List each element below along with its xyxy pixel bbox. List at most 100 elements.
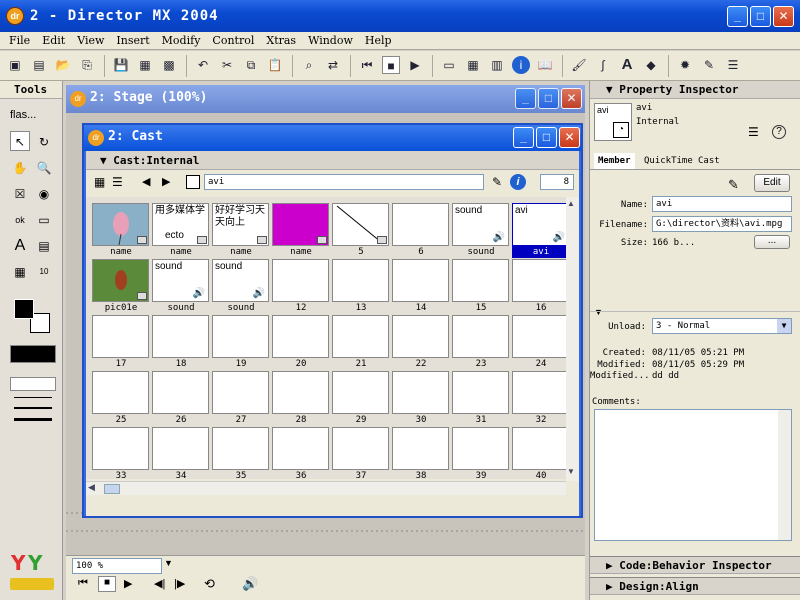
cast-member-cell[interactable]: 26: [152, 371, 210, 427]
collapse-icon[interactable]: ▼: [594, 307, 603, 317]
cast-member-thumbnail[interactable]: [332, 371, 389, 414]
stage-close-button[interactable]: ✕: [561, 88, 582, 109]
cast-member-cell[interactable]: 20: [272, 315, 330, 371]
cast-member-thumbnail[interactable]: [512, 259, 566, 302]
menu-window[interactable]: Window: [299, 32, 356, 47]
cast-member-cell[interactable]: 21: [332, 315, 390, 371]
copy-icon[interactable]: ⧉: [242, 56, 260, 74]
align-panel-header[interactable]: ▶ Design:Align: [590, 577, 800, 595]
cast-member-cell[interactable]: 18: [152, 315, 210, 371]
edit-script-icon[interactable]: ✎: [728, 177, 739, 193]
cast-member-cell[interactable]: 15: [452, 259, 510, 315]
cast-member-thumbnail[interactable]: [152, 371, 209, 414]
cast-member-thumbnail[interactable]: [392, 427, 449, 470]
library-icon[interactable]: 📖: [536, 56, 554, 74]
next-member-icon[interactable]: ▶: [162, 175, 170, 188]
number-tool-icon[interactable]: 10: [34, 261, 54, 281]
cast-member-thumbnail[interactable]: [272, 203, 329, 246]
step-forward-icon[interactable]: |▶: [174, 577, 185, 590]
import-icon[interactable]: ⎘: [78, 56, 96, 74]
cast-member-cell[interactable]: 23: [452, 315, 510, 371]
stage-window-titlebar[interactable]: dr 2: Stage (100%) _ □ ✕: [66, 85, 585, 113]
step-back-icon[interactable]: ◀|: [154, 577, 165, 590]
cast-member-thumbnail[interactable]: [452, 371, 509, 414]
cast-member-thumbnail[interactable]: [92, 427, 149, 470]
cast-header[interactable]: ▼ Cast:Internal: [86, 151, 579, 170]
cast-member-cell[interactable]: 6: [392, 203, 450, 259]
cast-member-thumbnail[interactable]: [512, 371, 566, 414]
cast-member-thumbnail[interactable]: [332, 259, 389, 302]
field-tool-icon[interactable]: ☒: [10, 183, 30, 203]
cast-member-cell[interactable]: 32: [512, 371, 566, 427]
menu-insert[interactable]: Insert: [107, 32, 152, 47]
cast-member-cell[interactable]: name: [92, 203, 150, 259]
cast-member-thumbnail[interactable]: [92, 203, 149, 246]
foreground-color-swatch[interactable]: [14, 299, 34, 319]
unload-select[interactable]: 3 - Normal ▼: [652, 318, 792, 334]
bottom-stop-icon[interactable]: ■: [98, 576, 116, 592]
volume-icon[interactable]: 🔊: [242, 576, 258, 592]
cast-member-cell[interactable]: sound 🔊 sound: [152, 259, 210, 315]
cast-member-cell[interactable]: 39: [452, 427, 510, 479]
scroll-down-icon[interactable]: ▼: [567, 467, 575, 476]
behavior-inspector-header[interactable]: ▶ Code:Behavior Inspector: [590, 556, 800, 574]
cast-member-thumbnail[interactable]: [392, 315, 449, 358]
line-1px[interactable]: [14, 397, 52, 398]
horizontal-scroll-thumb[interactable]: [104, 484, 120, 494]
stage-maximize-button[interactable]: □: [538, 88, 559, 109]
cast-member-cell[interactable]: 33: [92, 427, 150, 479]
cast-member-thumbnail[interactable]: [152, 315, 209, 358]
cast-member-thumbnail[interactable]: [392, 203, 449, 246]
property-inspector-header[interactable]: ▼ Property Inspector: [590, 81, 800, 99]
cast-member-cell[interactable]: 24: [512, 315, 566, 371]
cast-window-icon[interactable]: ▦: [464, 56, 482, 74]
drag-member-icon[interactable]: [186, 175, 200, 189]
cast-member-cell[interactable]: 12: [272, 259, 330, 315]
cast-member-cell[interactable]: 35: [212, 427, 270, 479]
tab-member[interactable]: Member: [594, 153, 635, 169]
cast-member-thumbnail[interactable]: [272, 259, 329, 302]
thumbnail-view-icon[interactable]: ▦: [94, 175, 105, 189]
cast-minimize-button[interactable]: _: [513, 127, 534, 148]
zoom-tool-icon[interactable]: 🔍: [34, 157, 54, 177]
cast-member-cell[interactable]: 38: [392, 427, 450, 479]
loop-icon[interactable]: ⟲: [204, 576, 215, 592]
exchange-icon[interactable]: ⇄: [324, 56, 342, 74]
bottom-play-icon[interactable]: ▶: [124, 577, 132, 590]
cast-member-thumbnail[interactable]: [212, 315, 269, 358]
cast-member-cell[interactable]: 31: [452, 371, 510, 427]
paint-icon[interactable]: 🖌: [570, 56, 588, 74]
cast-member-thumbnail[interactable]: [512, 315, 566, 358]
score-window-icon[interactable]: ▥: [488, 56, 506, 74]
radio-tool-icon[interactable]: ▭: [34, 209, 54, 229]
cast-member-thumbnail[interactable]: sound 🔊: [452, 203, 509, 246]
cast-member-thumbnail[interactable]: [452, 259, 509, 302]
filename-input[interactable]: G:\director\资料\avi.mpg: [652, 216, 792, 232]
cast-member-thumbnail[interactable]: [272, 427, 329, 470]
cast-member-thumbnail[interactable]: [212, 371, 269, 414]
cast-window-titlebar[interactable]: dr 2: Cast _ □ ✕: [84, 125, 581, 151]
open-folder-icon[interactable]: 📂: [54, 56, 72, 74]
cast-maximize-button[interactable]: □: [536, 127, 557, 148]
director-app-icon[interactable]: dr: [6, 7, 24, 25]
save-all-icon[interactable]: ▦: [136, 56, 154, 74]
cast-member-thumbnail[interactable]: [332, 427, 389, 470]
cast-member-thumbnail[interactable]: 好好学习天天向上: [212, 203, 269, 246]
menu-file[interactable]: File: [0, 32, 33, 47]
tab-cast[interactable]: Cast: [694, 153, 724, 169]
cast-member-thumbnail[interactable]: [92, 315, 149, 358]
menu-help[interactable]: Help: [356, 32, 395, 47]
name-input[interactable]: avi: [652, 196, 792, 212]
help-icon[interactable]: ?: [772, 125, 786, 139]
menu-edit[interactable]: Edit: [33, 32, 68, 47]
play-icon[interactable]: ▶: [406, 56, 424, 74]
rewind-icon[interactable]: ⏮: [358, 56, 376, 74]
cast-member-thumbnail[interactable]: [152, 427, 209, 470]
cast-member-cell[interactable]: 25: [92, 371, 150, 427]
cast-script-icon[interactable]: ✎: [492, 175, 502, 189]
pattern-swatch[interactable]: [10, 345, 56, 363]
behavior-icon[interactable]: ✹: [676, 56, 694, 74]
cast-member-cell[interactable]: 19: [212, 315, 270, 371]
cast-member-thumbnail[interactable]: [212, 427, 269, 470]
push-button-tool-icon[interactable]: ◉: [34, 183, 54, 203]
